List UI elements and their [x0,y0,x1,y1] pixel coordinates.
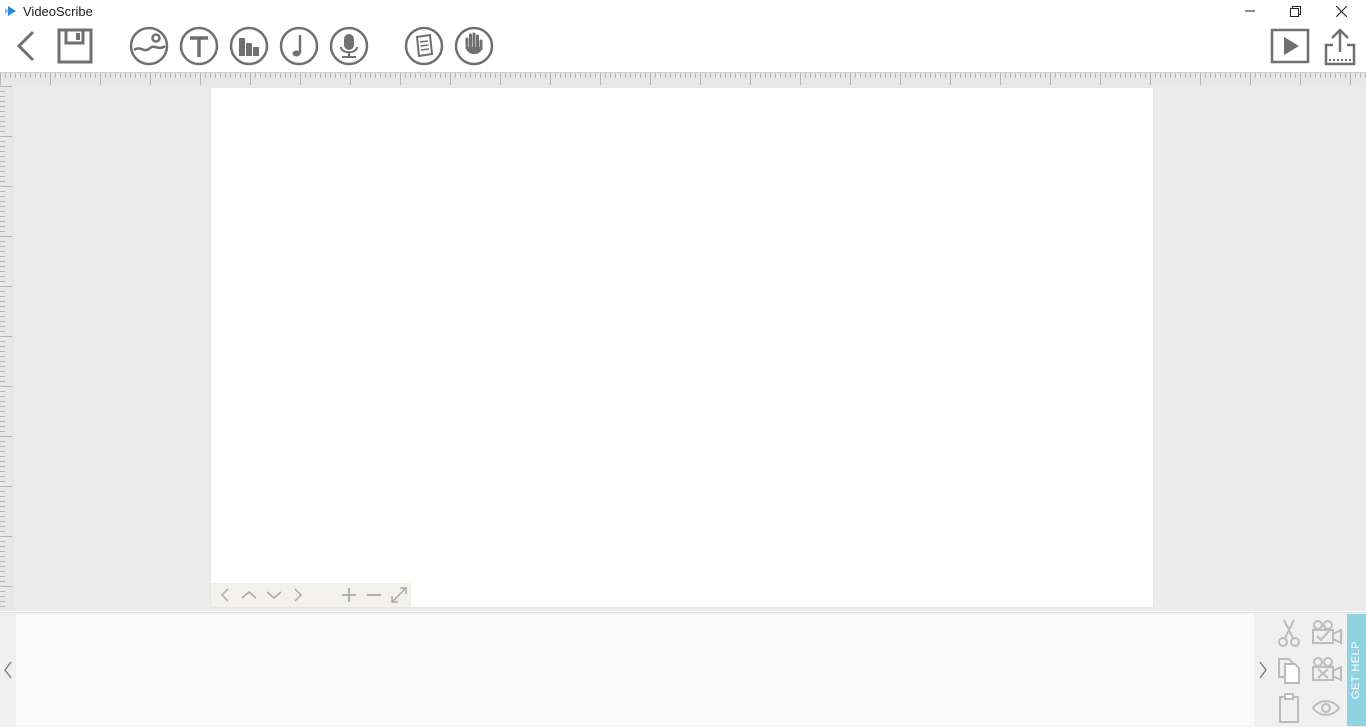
title-bar: VideoScribe [0,0,1366,22]
music-icon [279,26,319,66]
hand-button[interactable] [454,26,494,66]
add-music-button[interactable] [279,26,319,66]
restore-button[interactable] [1272,0,1318,22]
nav-down-button[interactable] [265,587,283,603]
zoom-in-button[interactable] [340,587,358,603]
nav-up-icon [241,591,257,599]
publish-button[interactable] [1320,26,1360,66]
chevron-right-icon [1259,661,1267,679]
fit-screen-button[interactable] [390,587,408,603]
fit-screen-icon [391,587,407,603]
image-icon [129,26,169,66]
nav-left-button[interactable] [216,587,234,603]
minimize-button[interactable] [1227,0,1273,22]
zoom-out-icon [367,594,381,596]
preview-play-icon [1270,28,1310,64]
save-icon [57,28,93,64]
nav-up-button[interactable] [240,587,258,603]
set-camera-button[interactable] [1310,617,1342,649]
add-image-button[interactable] [129,26,169,66]
videoscribe-logo-icon [5,6,16,16]
copy-icon [1278,658,1300,684]
voiceover-icon [329,26,369,66]
timeline-strip[interactable] [16,614,1254,726]
paste-icon [1279,693,1299,723]
window-title: VideoScribe [23,4,93,19]
publish-share-icon [1324,28,1356,66]
nav-down-icon [266,591,282,599]
main-toolbar [0,22,1366,72]
add-voiceover-button[interactable] [329,26,369,66]
back-button[interactable] [6,26,46,66]
canvas-navigation-bar [211,583,411,607]
nav-right-icon [294,588,303,602]
copy-button[interactable] [1273,654,1305,686]
canvas[interactable] [211,88,1153,607]
visibility-button[interactable] [1310,692,1342,724]
back-icon [16,30,35,62]
nav-left-icon [220,588,229,602]
timeline-scroll-right-button[interactable] [1256,650,1270,690]
cut-button[interactable] [1273,617,1305,649]
paste-button[interactable] [1273,692,1305,724]
camera-clear-icon [1312,657,1342,682]
chart-icon [229,26,269,66]
properties-icon [404,26,444,66]
get-help-tab[interactable]: GET HELP [1347,614,1366,726]
add-chart-button[interactable] [229,26,269,66]
get-help-label: GET HELP [1350,640,1363,700]
properties-button[interactable] [404,26,444,66]
zoom-out-button[interactable] [365,587,383,603]
timeline-scroll-left-button[interactable] [1,650,15,690]
text-icon [179,26,219,66]
preview-button[interactable] [1270,26,1310,66]
zoom-in-icon [342,588,356,602]
restore-icon [1289,5,1301,17]
chevron-left-icon [4,661,12,679]
minimize-icon [1245,10,1255,12]
visibility-eye-icon [1311,700,1341,716]
vertical-ruler [0,86,14,612]
horizontal-ruler [0,72,1366,87]
clear-camera-button[interactable] [1310,654,1342,686]
cut-icon [1278,619,1300,647]
close-button[interactable] [1318,0,1364,22]
add-text-button[interactable] [179,26,219,66]
save-button[interactable] [55,26,95,66]
hand-icon [454,26,494,66]
nav-right-button[interactable] [289,587,307,603]
close-icon [1335,5,1347,17]
camera-set-icon [1312,620,1342,645]
